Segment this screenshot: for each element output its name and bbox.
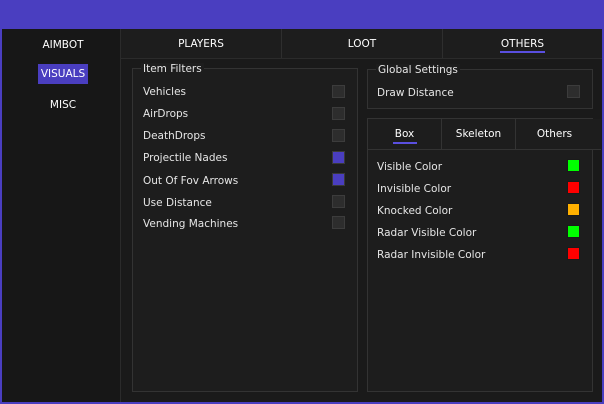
out-of-fov-arrows-checkbox[interactable] [332, 173, 345, 186]
active-tab-indicator [500, 51, 545, 53]
tab-others[interactable]: OTHERS [443, 29, 602, 58]
radar-invisible-color-swatch[interactable] [567, 247, 580, 260]
global-settings-panel: Global Settings Draw Distance [367, 64, 593, 109]
out-of-fov-arrows-label: Out Of Fov Arrows [143, 175, 239, 187]
knocked-color-swatch[interactable] [567, 203, 580, 216]
main-tab-bar: PLAYERS LOOT OTHERS [121, 29, 602, 59]
sidebar: AIMBOT VISUALS MISC [2, 29, 121, 402]
vehicles-checkbox[interactable] [332, 85, 345, 98]
invisible-color-swatch[interactable] [567, 181, 580, 194]
sidebar-item-misc[interactable]: MISC [38, 95, 88, 115]
sidebar-item-label: MISC [49, 99, 77, 111]
subtab-skeleton[interactable]: Skeleton [442, 119, 516, 149]
use-distance-checkbox[interactable] [332, 195, 345, 208]
vending-machines-label: Vending Machines [143, 218, 239, 230]
visible-color-label: Visible Color [377, 161, 443, 173]
tab-label: OTHERS [500, 37, 545, 50]
subtab-others[interactable]: Others [516, 119, 593, 149]
active-subtab-indicator [393, 142, 417, 144]
tab-label: PLAYERS [178, 37, 224, 50]
deathdrops-checkbox[interactable] [332, 129, 345, 142]
draw-distance-label: Draw Distance [377, 87, 454, 99]
esp-sub-tab-bar: Box Skeleton Others [368, 119, 601, 150]
vending-machines-checkbox[interactable] [332, 216, 345, 229]
subtab-label: Others [536, 128, 573, 140]
subtab-label: Box [394, 128, 415, 140]
invisible-color-label: Invisible Color [377, 183, 452, 195]
sidebar-item-label: AIMBOT [42, 39, 84, 51]
visible-color-swatch[interactable] [567, 159, 580, 172]
sidebar-item-label: VISUALS [40, 68, 86, 80]
projectile-nades-checkbox[interactable] [332, 151, 345, 164]
global-settings-title: Global Settings [376, 64, 460, 76]
use-distance-label: Use Distance [143, 197, 212, 209]
sidebar-item-visuals[interactable]: VISUALS [38, 64, 88, 84]
item-filters-panel: Item Filters Vehicles AirDrops DeathDrop… [132, 63, 358, 392]
sidebar-item-aimbot[interactable]: AIMBOT [38, 35, 88, 55]
knocked-color-label: Knocked Color [377, 205, 453, 217]
projectile-nades-label: Projectile Nades [143, 152, 228, 164]
radar-invisible-color-label: Radar Invisible Color [377, 249, 486, 261]
deathdrops-label: DeathDrops [143, 130, 206, 142]
draw-distance-checkbox[interactable] [567, 85, 580, 98]
tab-loot[interactable]: LOOT [282, 29, 443, 58]
subtab-label: Skeleton [455, 128, 502, 140]
subtab-box[interactable]: Box [368, 119, 442, 149]
radar-visible-color-label: Radar Visible Color [377, 227, 477, 239]
item-filters-title: Item Filters [141, 63, 204, 75]
tab-label: LOOT [347, 37, 377, 50]
airdrops-label: AirDrops [143, 108, 189, 120]
tab-players[interactable]: PLAYERS [121, 29, 282, 58]
radar-visible-color-swatch[interactable] [567, 225, 580, 238]
airdrops-checkbox[interactable] [332, 107, 345, 120]
vehicles-label: Vehicles [143, 86, 187, 98]
